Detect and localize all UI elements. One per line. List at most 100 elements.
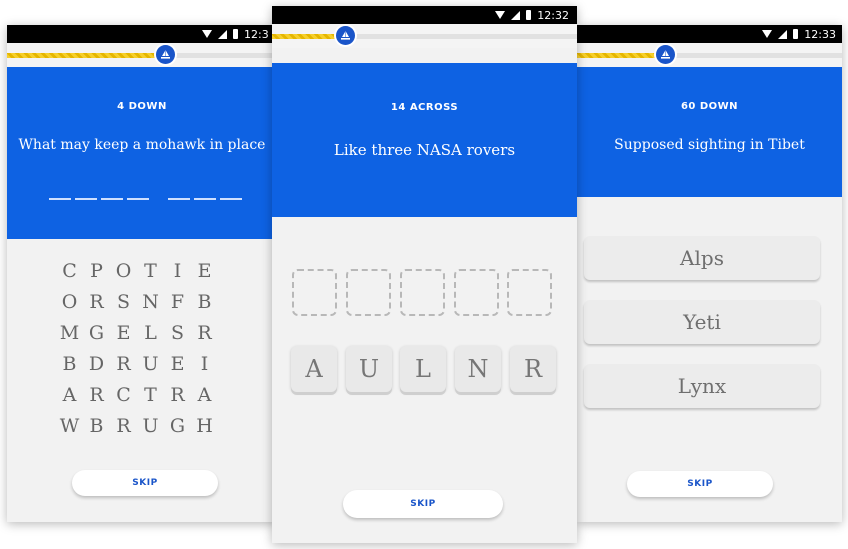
skip-button[interactable]: SKIP (343, 490, 503, 518)
grid-letter[interactable]: O (56, 286, 83, 317)
signal-icon (511, 10, 521, 20)
grid-letter[interactable]: T (137, 255, 164, 286)
status-time: 12:3 (244, 27, 269, 41)
progress-fill (272, 34, 346, 39)
clue-panel: 60 DOWN Supposed sighting in Tibet (577, 67, 842, 197)
left-screen: 12:3 4 DOWN What may keep a mohawk in pl… (7, 25, 277, 522)
grid-letter[interactable]: B (191, 286, 218, 317)
grid-letter[interactable]: G (164, 410, 191, 441)
grid-letter[interactable]: R (191, 317, 218, 348)
answer-blank (127, 198, 149, 200)
grid-letter[interactable]: M (56, 317, 83, 348)
progress-track (577, 53, 842, 58)
answer-blanks-word-1 (49, 198, 149, 200)
sailboat-icon (156, 45, 175, 64)
status-icons: 12:32 (495, 6, 569, 24)
status-bar: 12:32 (272, 6, 577, 24)
grid-letter[interactable]: W (56, 410, 83, 441)
letter-grid: CPOTIEORSNFBMGELSRBDRUEIARCTRAWBRUGH (56, 255, 218, 441)
status-bar: 12:33 (577, 25, 842, 43)
status-time: 12:33 (804, 27, 836, 41)
grid-letter[interactable]: U (137, 410, 164, 441)
status-bar: 12:3 (7, 25, 277, 43)
grid-letter[interactable]: A (56, 379, 83, 410)
grid-letter[interactable]: L (137, 317, 164, 348)
battery-icon (526, 10, 532, 20)
grid-letter[interactable]: U (137, 348, 164, 379)
grid-letter[interactable]: F (164, 286, 191, 317)
status-icons: 12:3 (202, 25, 269, 43)
letter-tile[interactable]: L (400, 346, 446, 392)
grid-letter[interactable]: R (164, 379, 191, 410)
answer-blank (168, 198, 190, 200)
answer-option-button[interactable]: Alps (584, 236, 820, 280)
wifi-icon (202, 30, 212, 38)
clue-number: 60 DOWN (680, 101, 739, 112)
progress-fill (7, 53, 161, 58)
letter-tile[interactable]: N (455, 346, 501, 392)
answer-slot[interactable] (292, 269, 337, 316)
clue-panel: 4 DOWN What may keep a mohawk in place (7, 67, 277, 239)
grid-letter[interactable]: B (56, 348, 83, 379)
wifi-icon (495, 11, 506, 19)
grid-letter[interactable]: T (137, 379, 164, 410)
grid-letter[interactable]: E (191, 255, 218, 286)
grid-letter[interactable]: P (83, 255, 110, 286)
grid-letter[interactable]: I (164, 255, 191, 286)
battery-icon (233, 29, 238, 39)
answer-slot[interactable] (346, 269, 391, 316)
letter-tile[interactable]: U (346, 346, 392, 392)
grid-letter[interactable]: R (110, 410, 137, 441)
skip-button[interactable]: SKIP (627, 471, 773, 497)
answer-slot[interactable] (400, 269, 445, 316)
signal-icon (218, 29, 227, 39)
grid-letter[interactable]: I (191, 348, 218, 379)
grid-letter[interactable]: S (164, 317, 191, 348)
grid-letter[interactable]: S (110, 286, 137, 317)
answer-blank (49, 198, 71, 200)
grid-letter[interactable]: N (137, 286, 164, 317)
grid-letter[interactable]: R (83, 379, 110, 410)
answer-blank (220, 198, 242, 200)
letter-tile[interactable]: A (291, 346, 337, 392)
letter-tile[interactable]: R (510, 346, 556, 392)
grid-letter[interactable]: C (110, 379, 137, 410)
grid-letter[interactable]: R (110, 348, 137, 379)
answer-blank (194, 198, 216, 200)
status-time: 12:32 (537, 8, 569, 22)
clue-text: What may keep a mohawk in place (18, 137, 266, 153)
answer-option-button[interactable]: Yeti (584, 300, 820, 344)
progress-area (577, 43, 842, 67)
answer-blank (75, 198, 97, 200)
battery-icon (793, 29, 799, 39)
clue-number: 4 DOWN (117, 101, 167, 112)
progress-area (7, 43, 277, 67)
signal-icon (778, 29, 788, 39)
progress-track (272, 34, 577, 39)
clue-number: 14 ACROSS (390, 102, 459, 113)
center-screen: 12:32 14 ACROSS Like three NASA rovers A… (272, 6, 577, 543)
answer-blank (101, 198, 123, 200)
answer-option-button[interactable]: Lynx (584, 364, 820, 408)
grid-letter[interactable]: C (56, 255, 83, 286)
grid-letter[interactable]: E (110, 317, 137, 348)
status-icons: 12:33 (762, 25, 836, 43)
wifi-icon (762, 30, 773, 38)
sailboat-icon (656, 45, 675, 64)
clue-text: Supposed sighting in Tibet (614, 137, 805, 153)
answer-slot[interactable] (454, 269, 499, 316)
grid-letter[interactable]: B (83, 410, 110, 441)
clue-panel: 14 ACROSS Like three NASA rovers (272, 63, 577, 217)
progress-fill (577, 53, 665, 58)
answer-blanks-word-2 (168, 198, 242, 200)
right-screen: 12:33 60 DOWN Supposed sighting in Tibet… (577, 25, 842, 522)
skip-button[interactable]: SKIP (72, 470, 218, 496)
grid-letter[interactable]: O (110, 255, 137, 286)
grid-letter[interactable]: R (83, 286, 110, 317)
grid-letter[interactable]: A (191, 379, 218, 410)
grid-letter[interactable]: E (164, 348, 191, 379)
answer-slot[interactable] (507, 269, 552, 316)
grid-letter[interactable]: H (191, 410, 218, 441)
grid-letter[interactable]: D (83, 348, 110, 379)
grid-letter[interactable]: G (83, 317, 110, 348)
